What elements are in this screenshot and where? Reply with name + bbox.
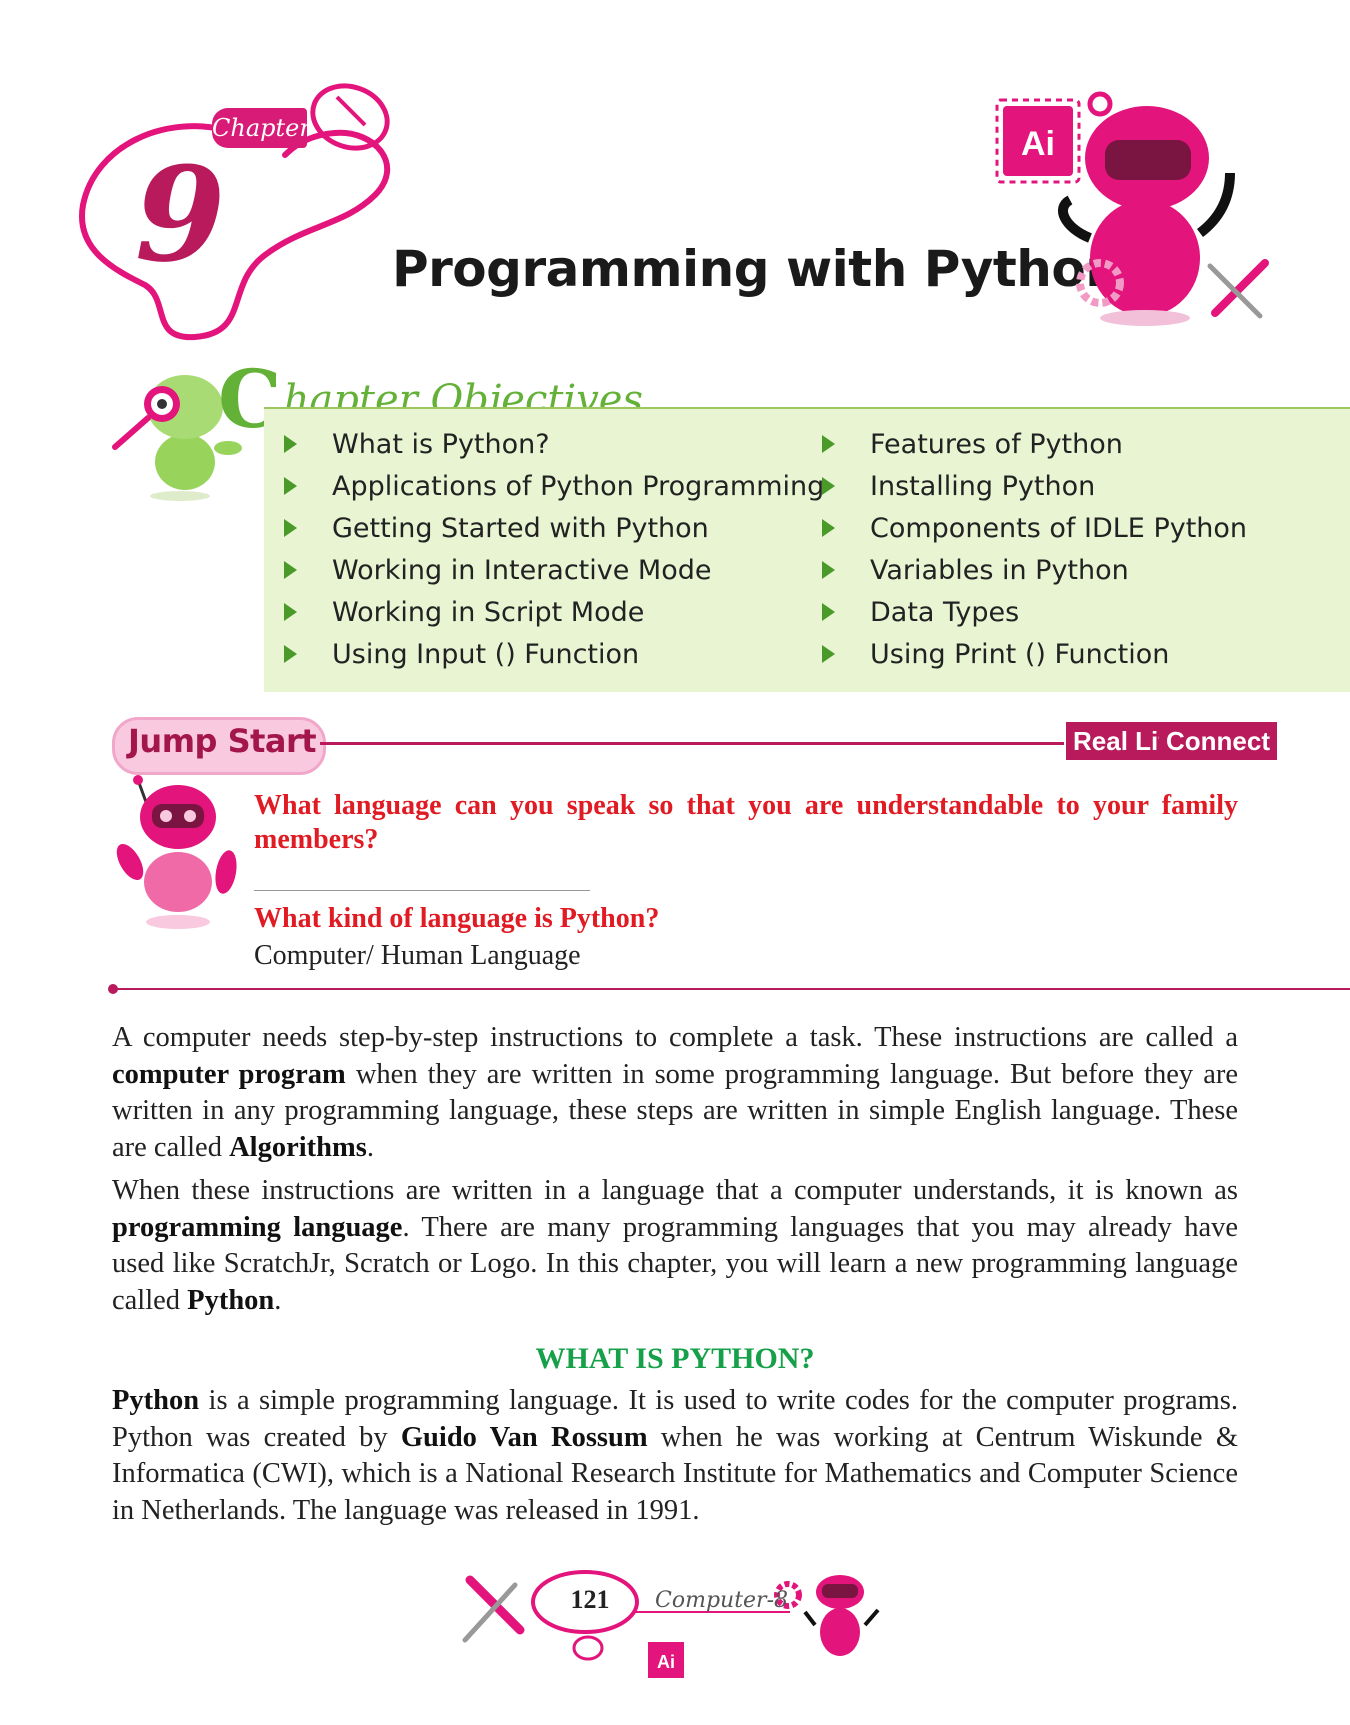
bullet-arrow-icon — [822, 435, 835, 453]
jump-start-robot-illustration — [116, 775, 237, 929]
jump-start-answer-2: Computer/ Human Language — [254, 940, 581, 971]
bullet-arrow-icon — [822, 603, 835, 621]
answer-line — [254, 890, 590, 891]
text-run: . — [274, 1284, 282, 1316]
text-run: A computer needs step-by-step instructio… — [112, 1022, 1238, 1053]
bold-term: programming language — [112, 1211, 403, 1243]
bullet-arrow-icon — [284, 561, 297, 579]
ai-badge-text: Ai — [1021, 125, 1055, 163]
robot-illustration: Ai — [995, 91, 1269, 326]
objective-item: Variables in Python — [810, 549, 1247, 591]
jump-start-question-2: What kind of language is Python? — [254, 903, 660, 934]
objective-item: Getting Started with Python — [272, 507, 824, 549]
footer-ai-badge-text: Ai — [657, 1652, 675, 1672]
objective-item: What is Python? — [272, 423, 824, 465]
jump-start-label: Jump Start — [128, 722, 317, 760]
paragraph-programming-language: When these instructions are written in a… — [112, 1173, 1238, 1319]
bullet-arrow-icon — [284, 435, 297, 453]
chapter-number: 9 — [135, 138, 226, 291]
objective-item: Working in Script Mode — [272, 591, 824, 633]
objective-text: Data Types — [870, 596, 1020, 628]
page-number: 121 — [570, 1585, 610, 1614]
bullet-arrow-icon — [284, 603, 297, 621]
objective-text: Installing Python — [870, 470, 1096, 502]
book-title: Computer-8 — [655, 1588, 788, 1613]
bullet-arrow-icon — [822, 477, 835, 495]
bullet-arrow-icon — [284, 519, 297, 537]
objective-text: Applications of Python Programming — [332, 470, 825, 502]
objective-text: Components of IDLE Python — [870, 512, 1248, 544]
objective-item: Components of IDLE Python — [810, 507, 1247, 549]
objectives-left-column: What is Python? Applications of Python P… — [272, 423, 824, 675]
objectives-box: What is Python? Applications of Python P… — [264, 407, 1350, 692]
objective-text: Working in Script Mode — [332, 596, 645, 628]
bullet-arrow-icon — [822, 645, 835, 663]
objective-text: Variables in Python — [870, 554, 1129, 586]
objective-text: Working in Interactive Mode — [332, 554, 712, 586]
objective-item: Installing Python — [810, 465, 1247, 507]
bullet-arrow-icon — [284, 645, 297, 663]
bullet-arrow-icon — [822, 561, 835, 579]
objective-item: Using Input () Function — [272, 633, 824, 675]
text-run: When these instructions are written in a… — [112, 1175, 1238, 1206]
objective-item: Using Print () Function — [810, 633, 1247, 675]
jump-start-divider — [320, 742, 1064, 745]
footer-decoration: Ai — [462, 1570, 880, 1678]
jump-start-question-1-continued: members? — [254, 824, 379, 855]
objective-item: Features of Python — [810, 423, 1247, 465]
section-heading: WHAT IS PYTHON? — [535, 1342, 815, 1375]
bullet-arrow-icon — [284, 477, 297, 495]
bold-term: computer program — [112, 1058, 346, 1090]
objective-item: Data Types — [810, 591, 1247, 633]
bold-term: Guido Van Rossum — [400, 1421, 648, 1453]
objective-text: Using Print () Function — [870, 638, 1170, 670]
objective-text: Using Input () Function — [332, 638, 640, 670]
section-divider — [112, 988, 1350, 990]
objective-text: Features of Python — [870, 428, 1123, 460]
jump-start-question-1: What language can you speak so that you … — [254, 790, 1238, 821]
chapter-label: Chapter — [212, 108, 311, 148]
paragraph-what-is-python: Python is a simple programming language.… — [112, 1383, 1238, 1529]
objective-text: What is Python? — [332, 428, 550, 460]
text-run: . — [366, 1131, 374, 1163]
paragraph-intro: A computer needs step-by-step instructio… — [112, 1020, 1238, 1166]
objective-item: Working in Interactive Mode — [272, 549, 824, 591]
objective-text: Getting Started with Python — [332, 512, 709, 544]
bullet-arrow-icon — [822, 519, 835, 537]
objectives-right-column: Features of Python Installing Python Com… — [810, 423, 1247, 675]
connect-tag: Connect — [1159, 722, 1277, 760]
objective-item: Applications of Python Programming — [272, 465, 824, 507]
bold-term: Algorithms — [229, 1131, 367, 1163]
bold-term: Python — [112, 1385, 200, 1416]
bold-term: Python — [187, 1284, 275, 1316]
